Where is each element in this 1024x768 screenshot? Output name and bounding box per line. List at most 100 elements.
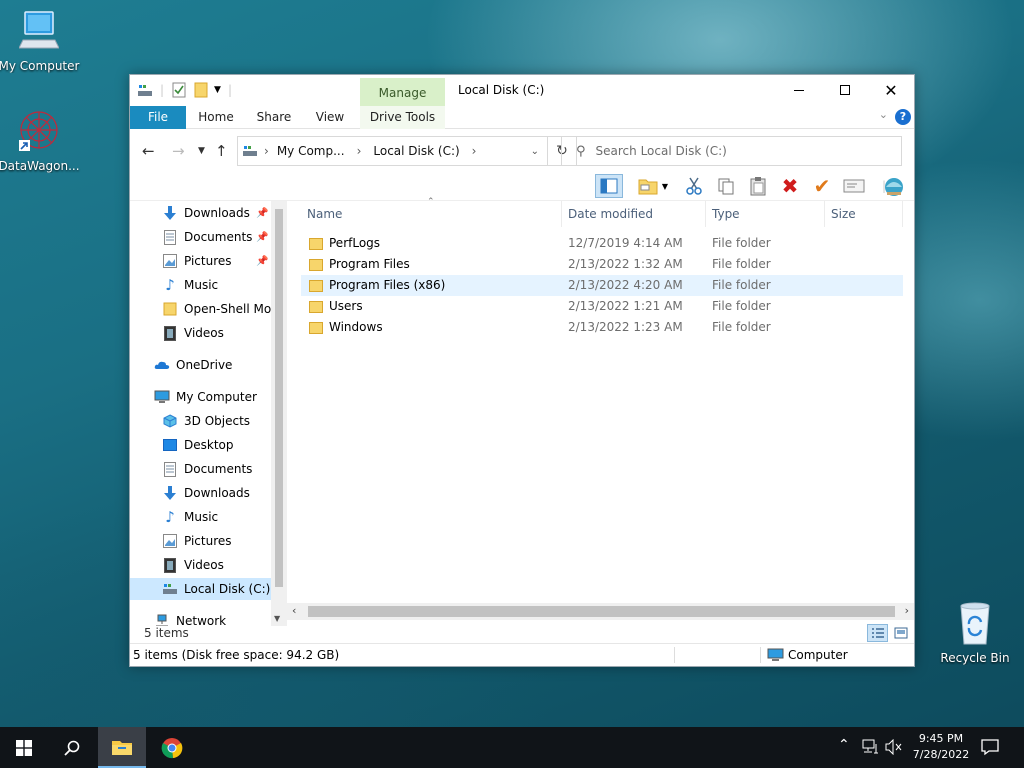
horizontal-scrollbar-thumb[interactable] [308, 606, 895, 617]
documents-icon [162, 229, 178, 245]
email-button[interactable] [840, 174, 868, 198]
file-list-horizontal-scrollbar[interactable]: ‹ › [287, 603, 914, 620]
breadcrumb-item[interactable]: Local Disk (C:) [373, 144, 459, 158]
copy-button[interactable] [712, 174, 740, 198]
up-button[interactable]: ↑ [215, 142, 228, 160]
forward-button[interactable]: → [172, 142, 185, 160]
large-icons-view-button[interactable] [890, 624, 911, 642]
nav-item-downloads[interactable]: Downloads [130, 482, 271, 504]
tab-drive-tools[interactable]: Drive Tools [360, 106, 445, 129]
nav-item-pictures[interactable]: Pictures [130, 530, 271, 552]
file-row[interactable]: Windows 2/13/2022 1:23 AM File folder [301, 317, 903, 338]
address-dropdown-icon[interactable]: ⌄ [531, 146, 539, 157]
file-row-highlighted[interactable]: Program Files (x86) 2/13/2022 4:20 AM Fi… [301, 275, 903, 296]
tab-view[interactable]: View [306, 106, 354, 129]
scroll-right-arrow-icon[interactable]: › [905, 604, 909, 617]
column-header-type[interactable]: Type [706, 201, 825, 227]
nav-item-quick-documents[interactable]: Documents 📌 [130, 226, 271, 248]
tab-home[interactable]: Home [192, 106, 240, 129]
paste-button[interactable] [744, 174, 772, 198]
taskbar: ⌃ 9:45 PM 7/28/2022 [0, 727, 1024, 768]
nav-item-label: Pictures [184, 534, 232, 548]
start-button[interactable] [0, 727, 48, 768]
taskbar-file-explorer[interactable] [98, 727, 146, 768]
show-hidden-icons-button[interactable]: ⌃ [838, 737, 850, 753]
column-header-size[interactable]: Size [825, 201, 903, 227]
search-button[interactable] [48, 727, 96, 768]
breadcrumb-chevron-icon[interactable]: › [472, 144, 477, 158]
maximize-icon [840, 85, 850, 95]
desktop-icon-my-computer[interactable]: My Computer [0, 10, 82, 73]
maximize-button[interactable] [822, 75, 868, 105]
recent-locations-button[interactable]: ▼ [198, 146, 205, 156]
file-type: File folder [712, 257, 771, 271]
breadcrumb-chevron-icon[interactable]: › [357, 144, 362, 158]
recycle-bin-icon [960, 602, 990, 645]
address-bar[interactable]: › My Comp... › Local Disk (C:) › ⌄ [237, 136, 548, 166]
nav-item-my-computer[interactable]: My Computer [130, 386, 271, 408]
help-icon[interactable]: ? [895, 109, 911, 125]
nav-item-quick-downloads[interactable]: Downloads 📌 [130, 202, 271, 224]
search-icon [64, 740, 80, 756]
nav-item-videos[interactable]: Videos [130, 554, 271, 576]
expand-ribbon-chevron-icon[interactable]: ⌄ [879, 108, 888, 121]
delete-button[interactable]: ✖ [776, 174, 804, 198]
nav-item-quick-videos[interactable]: Videos [130, 322, 271, 344]
nav-item-quick-music[interactable]: ♪ Music [130, 274, 271, 296]
pin-icon[interactable]: 📌 [256, 208, 268, 219]
column-header-name[interactable]: Name [301, 201, 562, 227]
nav-item-label: Pictures [184, 254, 232, 268]
action-center-button[interactable] [980, 738, 1000, 759]
pin-icon[interactable]: 📌 [256, 232, 268, 243]
new-folder-dropdown[interactable]: ▼ [658, 174, 672, 198]
desktop-icon-datawagon[interactable]: DataWagon... [0, 108, 82, 173]
open-shell-settings-button[interactable] [880, 174, 908, 198]
customize-quick-access-icon[interactable]: ▼ [214, 81, 221, 99]
folder-icon [309, 321, 323, 334]
file-date: 2/13/2022 1:23 AM [568, 320, 683, 334]
tab-share[interactable]: Share [250, 106, 298, 129]
properties-button[interactable]: ✔ [808, 174, 836, 198]
network-tray-icon[interactable] [862, 739, 880, 758]
nav-item-open-shell[interactable]: Open-Shell Mod [130, 298, 271, 320]
taskbar-chrome[interactable] [148, 727, 196, 768]
pin-icon[interactable]: 📌 [256, 256, 268, 267]
manage-contextual-group[interactable]: Manage [360, 78, 445, 106]
file-row[interactable]: PerfLogs 12/7/2019 4:14 AM File folder [301, 233, 903, 254]
breadcrumb-item[interactable]: My Comp... [277, 144, 345, 158]
pictures-icon [162, 533, 178, 549]
cut-button[interactable] [680, 174, 708, 198]
up-arrow-icon: ↑ [215, 142, 228, 160]
nav-item-music[interactable]: ♪ Music [130, 506, 271, 528]
nav-item-documents[interactable]: Documents [130, 458, 271, 480]
nav-scrollbar-thumb[interactable] [275, 209, 283, 587]
back-button[interactable]: ← [142, 142, 155, 160]
close-button[interactable]: ✕ [868, 75, 914, 105]
folder-icon [162, 301, 178, 317]
file-row[interactable]: Program Files 2/13/2022 1:32 AM File fol… [301, 254, 903, 275]
details-view-button[interactable] [867, 624, 888, 642]
search-box[interactable]: ⚲ Search Local Disk (C:) [561, 136, 902, 166]
file-row[interactable]: Users 2/13/2022 1:21 AM File folder [301, 296, 903, 317]
nav-pane-scrollbar[interactable]: ▼ [271, 201, 287, 626]
properties-quick-icon[interactable] [172, 81, 186, 99]
nav-item-quick-pictures[interactable]: Pictures 📌 [130, 250, 271, 272]
new-folder-quick-icon[interactable] [194, 81, 208, 99]
clock[interactable]: 9:45 PM 7/28/2022 [904, 731, 978, 763]
nav-item-label: Local Disk (C:) [184, 582, 271, 596]
pictures-icon [162, 253, 178, 269]
documents-icon [162, 461, 178, 477]
volume-muted-icon[interactable] [885, 738, 903, 758]
column-header-date-modified[interactable]: Date modified [562, 201, 706, 227]
breadcrumb-chevron-icon[interactable]: › [264, 144, 269, 158]
minimize-button[interactable] [776, 75, 822, 105]
desktop-icon-recycle-bin[interactable]: Recycle Bin [932, 600, 1018, 665]
nav-item-3d-objects[interactable]: 3D Objects [130, 410, 271, 432]
nav-item-local-disk[interactable]: Local Disk (C:) [130, 578, 271, 600]
nav-item-onedrive[interactable]: OneDrive [130, 354, 271, 376]
file-list: ⌃ Name Date modified Type Size PerfLogs … [287, 197, 914, 603]
navigation-pane-button[interactable] [595, 174, 623, 198]
tab-file[interactable]: File [130, 106, 186, 129]
scroll-left-arrow-icon[interactable]: ‹ [292, 604, 296, 617]
nav-item-desktop[interactable]: Desktop [130, 434, 271, 456]
